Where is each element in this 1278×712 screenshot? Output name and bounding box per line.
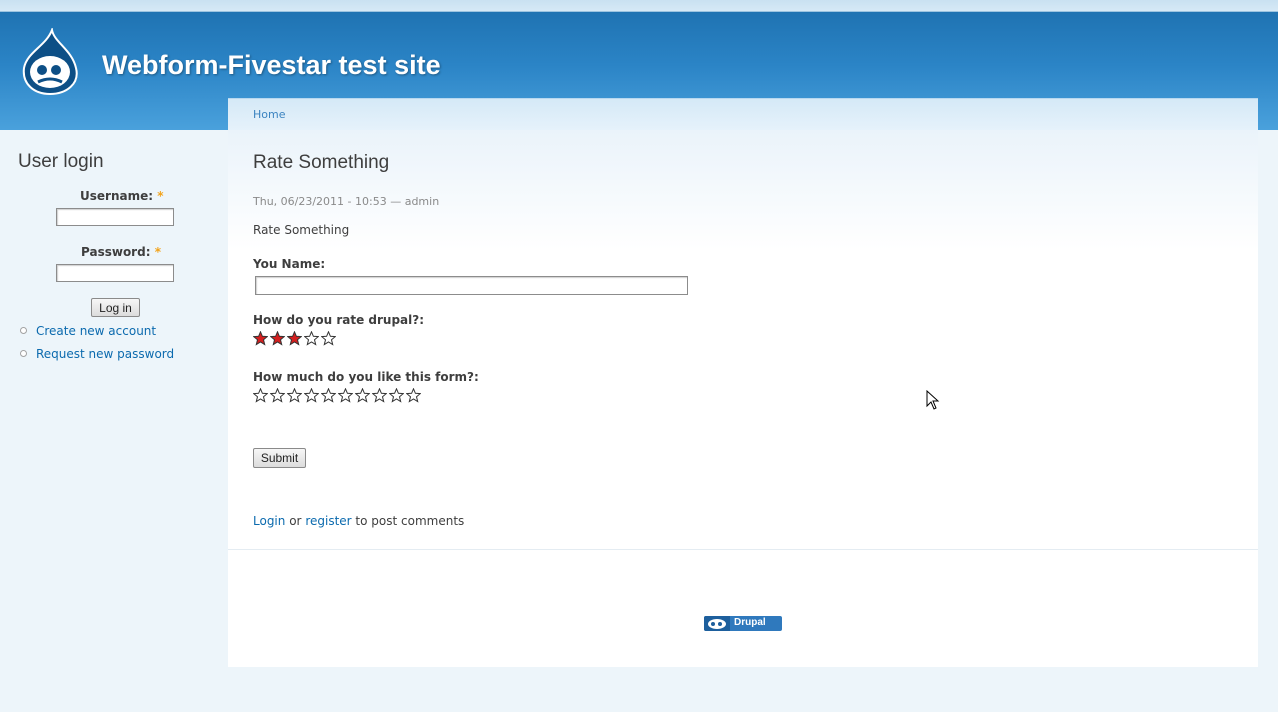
star-empty-icon[interactable]: [321, 331, 336, 346]
star-empty-icon[interactable]: [321, 388, 336, 403]
password-label-text: Password:: [81, 245, 151, 259]
star-empty-icon[interactable]: [406, 388, 421, 403]
divider: [228, 549, 1258, 550]
breadcrumb: Home: [228, 98, 1258, 131]
list-bullet-icon: [20, 350, 27, 357]
submitted-meta: Thu, 06/23/2011 - 10:53 — admin: [253, 195, 440, 208]
username-label-text: Username:: [80, 189, 154, 203]
drupal-logo-icon[interactable]: [18, 26, 82, 96]
mouse-cursor-icon: [926, 389, 940, 410]
star-empty-icon[interactable]: [338, 388, 353, 403]
star-empty-icon[interactable]: [287, 388, 302, 403]
star-empty-icon[interactable]: [253, 388, 268, 403]
star-empty-icon[interactable]: [355, 388, 370, 403]
star-empty-icon[interactable]: [270, 388, 285, 403]
name-label: You Name:: [253, 257, 326, 271]
sidebar: User login Username: * Password: * Log i…: [0, 130, 228, 712]
star-filled-icon[interactable]: [270, 331, 285, 346]
required-mark: *: [157, 189, 164, 203]
submit-button[interactable]: Submit: [253, 448, 306, 468]
breadcrumb-home-link[interactable]: Home: [253, 108, 285, 121]
post-comments-text: to post comments: [355, 514, 465, 528]
or-text: or: [289, 514, 302, 528]
rate-drupal-stars[interactable]: [253, 331, 338, 347]
password-input[interactable]: [56, 264, 174, 282]
create-new-account-link[interactable]: Create new account: [36, 324, 156, 338]
login-link[interactable]: Login: [253, 514, 285, 528]
password-label: Password: *: [81, 245, 161, 259]
register-link[interactable]: register: [305, 514, 351, 528]
log-in-button[interactable]: Log in: [91, 298, 140, 317]
star-filled-icon[interactable]: [253, 331, 268, 346]
user-login-title: User login: [18, 151, 104, 172]
drupal-badge-text: Drupal: [734, 617, 766, 628]
browser-top-strip: [0, 0, 1278, 12]
star-filled-icon[interactable]: [287, 331, 302, 346]
required-mark: *: [154, 245, 161, 259]
star-empty-icon[interactable]: [389, 388, 404, 403]
drupal-drop-icon: [704, 616, 730, 631]
like-form-stars[interactable]: [253, 388, 423, 404]
request-new-password-link[interactable]: Request new password: [36, 347, 174, 361]
star-empty-icon[interactable]: [372, 388, 387, 403]
node-body: Rate Something: [253, 223, 350, 237]
username-label: Username: *: [80, 189, 164, 203]
star-empty-icon[interactable]: [304, 331, 319, 346]
comment-links: Login or register to post comments: [253, 514, 464, 528]
powered-by-drupal-badge[interactable]: Drupal: [704, 616, 782, 631]
star-empty-icon[interactable]: [304, 388, 319, 403]
page-title: Rate Something: [253, 152, 390, 173]
like-form-label: How much do you like this form?:: [253, 370, 479, 384]
site-name[interactable]: Webform-Fivestar test site: [102, 50, 441, 81]
main-content: Rate Something Thu, 06/23/2011 - 10:53 —…: [228, 130, 1258, 667]
username-input[interactable]: [56, 208, 174, 226]
rate-drupal-label: How do you rate drupal?:: [253, 313, 425, 327]
name-input[interactable]: [255, 276, 688, 295]
list-bullet-icon: [20, 327, 27, 334]
